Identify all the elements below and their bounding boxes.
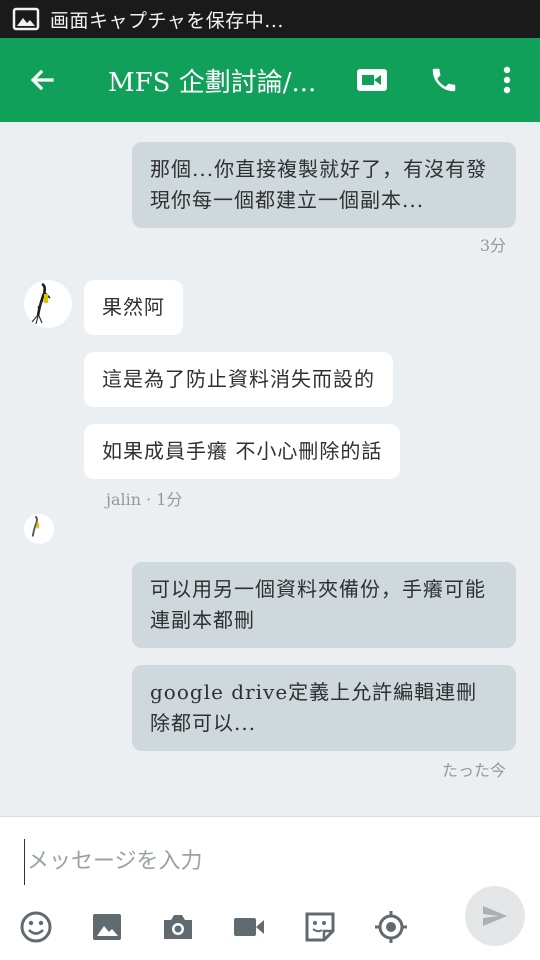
message-bubble-incoming: 果然阿 [84, 280, 183, 335]
app-bar: MFS 企劃討論/... [0, 38, 540, 122]
message-time: たった今 [441, 761, 506, 780]
video-button[interactable] [227, 905, 271, 949]
send-button[interactable] [465, 886, 525, 946]
gallery-button[interactable] [85, 905, 129, 949]
message-bubble-outgoing: 那個...你直接複製就好了，有沒有發現你每一個都建立一個副本... [132, 142, 516, 228]
sticker-icon [305, 912, 335, 942]
video-icon [234, 918, 264, 936]
location-button[interactable] [369, 905, 413, 949]
image-icon [93, 914, 121, 940]
message-bubble-outgoing: 可以用另一個資料夾備份，手癢可能連副本都刪 [132, 562, 516, 648]
composer: メッセージを入力 [0, 816, 540, 960]
message-bubble-incoming: 這是為了防止資料消失而設的 [84, 352, 393, 407]
more-options-button[interactable] [494, 38, 520, 122]
message-time: 3分 [479, 236, 506, 255]
avatar-drawing-icon [31, 515, 39, 537]
emoji-icon [20, 911, 52, 943]
video-call-button[interactable] [352, 38, 392, 122]
send-icon [483, 906, 507, 926]
status-bar: 画面キャプチャを保存中... [0, 0, 540, 38]
status-text: 画面キャプチャを保存中... [50, 9, 284, 32]
emoji-button[interactable] [14, 905, 58, 949]
message-bubble-outgoing: google drive定義上允許編輯連刪除都可以... [132, 665, 516, 751]
conversation-title[interactable]: MFS 企劃討論/... [108, 62, 338, 99]
camera-icon [164, 915, 192, 939]
sticker-button[interactable] [298, 905, 342, 949]
back-arrow-icon [30, 69, 54, 91]
camera-button[interactable] [156, 905, 200, 949]
message-input[interactable]: メッセージを入力 [24, 839, 444, 885]
avatar[interactable] [24, 280, 72, 328]
back-button[interactable] [0, 38, 84, 122]
read-receipt-avatar [24, 514, 54, 544]
message-sender-time: jalin · 1分 [106, 490, 183, 509]
more-vert-icon [503, 66, 511, 94]
avatar-drawing-icon [31, 282, 51, 325]
location-icon [375, 911, 407, 943]
video-call-icon [357, 69, 387, 91]
phone-icon [432, 68, 456, 92]
message-bubble-incoming: 如果成員手癢 不小心刪除的話 [84, 424, 401, 479]
phone-call-button[interactable] [424, 38, 464, 122]
message-list[interactable]: 那個...你直接複製就好了，有沒有發現你每一個都建立一個副本... 3分 果然阿… [0, 122, 540, 816]
image-icon [12, 7, 40, 31]
